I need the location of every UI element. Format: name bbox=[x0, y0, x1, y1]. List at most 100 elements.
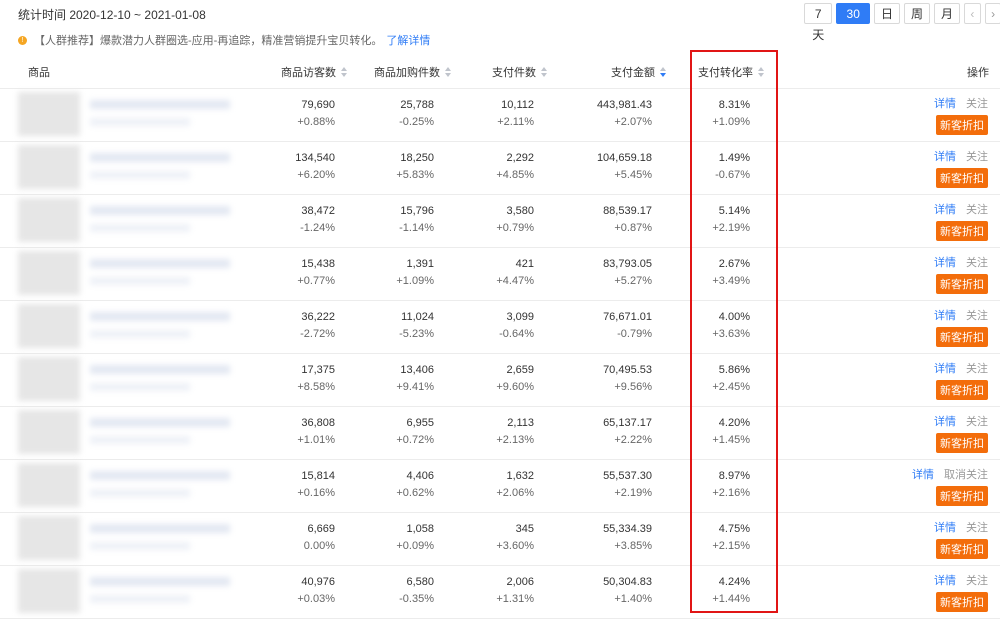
product-cell-blurred[interactable] bbox=[18, 145, 238, 189]
cell-cart: 18,250 +5.83% bbox=[324, 150, 434, 184]
detail-link[interactable]: 详情 bbox=[934, 575, 956, 587]
cell-conv: 5.14% +2.19% bbox=[640, 203, 750, 237]
follow-link[interactable]: 关注 bbox=[966, 575, 988, 587]
cell-pay_qty: 3,099 -0.64% bbox=[424, 309, 534, 343]
col-pay-qty[interactable]: 支付件数 bbox=[492, 64, 548, 80]
new-customer-discount-button[interactable]: 新客折扣 bbox=[936, 539, 988, 559]
product-cell-blurred[interactable] bbox=[18, 357, 238, 401]
cart-change: -0.35% bbox=[399, 593, 434, 605]
col-pay-amount[interactable]: 支付金额 bbox=[611, 64, 667, 80]
detail-link[interactable]: 详情 bbox=[934, 363, 956, 375]
detail-link[interactable]: 详情 bbox=[934, 257, 956, 269]
follow-link[interactable]: 关注 bbox=[966, 416, 988, 428]
detail-link[interactable]: 详情 bbox=[934, 522, 956, 534]
follow-link[interactable]: 取消关注 bbox=[944, 469, 988, 481]
follow-link[interactable]: 关注 bbox=[966, 310, 988, 322]
range-30d-button[interactable]: 30天 bbox=[836, 3, 871, 42]
follow-link[interactable]: 关注 bbox=[966, 257, 988, 269]
follow-link[interactable]: 关注 bbox=[966, 151, 988, 163]
col-actions-label: 操作 bbox=[967, 67, 989, 79]
table-row: 36,808 +1.01% 6,955 +0.72% 2,113 +2.13% 65,137… bbox=[0, 406, 1000, 460]
product-thumbnail[interactable] bbox=[18, 92, 80, 136]
amount-value: 55,537.30 bbox=[603, 470, 652, 482]
product-thumbnail[interactable] bbox=[18, 198, 80, 242]
notice-bar: ! 【人群推荐】爆款潜力人群圈选-应用-再追踪，精准营销提升宝贝转化。 了解详情 bbox=[18, 32, 430, 48]
new-customer-discount-button[interactable]: 新客折扣 bbox=[936, 380, 988, 400]
detail-link[interactable]: 详情 bbox=[934, 98, 956, 110]
product-cell-blurred[interactable] bbox=[18, 463, 238, 507]
pay_qty-change: +1.31% bbox=[496, 593, 534, 605]
product-cell-blurred[interactable] bbox=[18, 251, 238, 295]
col-cart[interactable]: 商品加购件数 bbox=[374, 64, 452, 80]
new-customer-discount-button[interactable]: 新客折扣 bbox=[936, 433, 988, 453]
visitors-value: 36,808 bbox=[301, 417, 335, 429]
follow-link[interactable]: 关注 bbox=[966, 522, 988, 534]
product-cell-blurred[interactable] bbox=[18, 92, 238, 136]
detail-link[interactable]: 详情 bbox=[934, 310, 956, 322]
follow-link[interactable]: 关注 bbox=[966, 204, 988, 216]
product-thumbnail[interactable] bbox=[18, 516, 80, 560]
col-visitors[interactable]: 商品访客数 bbox=[281, 64, 348, 80]
pay_qty-value: 2,292 bbox=[506, 152, 534, 164]
table-row: 79,690 +0.88% 25,788 -0.25% 10,112 +2.11% 443,… bbox=[0, 88, 1000, 142]
product-title-blurred bbox=[90, 153, 230, 162]
new-customer-discount-button[interactable]: 新客折扣 bbox=[936, 274, 988, 294]
amount-value: 104,659.18 bbox=[596, 152, 652, 164]
col-conversion[interactable]: 支付转化率 bbox=[698, 64, 765, 80]
product-cell-blurred[interactable] bbox=[18, 410, 238, 454]
sort-icon[interactable] bbox=[541, 66, 548, 78]
range-month-button[interactable]: 月 bbox=[934, 3, 961, 24]
new-customer-discount-button[interactable]: 新客折扣 bbox=[936, 327, 988, 347]
cell-visitors: 40,976 +0.03% bbox=[225, 574, 335, 608]
cell-pay_qty: 421 +4.47% bbox=[424, 256, 534, 290]
product-cell-blurred[interactable] bbox=[18, 516, 238, 560]
product-thumbnail[interactable] bbox=[18, 357, 80, 401]
product-subtitle-blurred bbox=[90, 277, 190, 285]
product-title-blurred bbox=[90, 418, 230, 427]
follow-link[interactable]: 关注 bbox=[966, 98, 988, 110]
product-thumbnail[interactable] bbox=[18, 463, 80, 507]
range-7d-button[interactable]: 7天 bbox=[804, 3, 833, 42]
product-cell-blurred[interactable] bbox=[18, 569, 238, 613]
new-customer-discount-button[interactable]: 新客折扣 bbox=[936, 168, 988, 188]
new-customer-discount-button[interactable]: 新客折扣 bbox=[936, 115, 988, 135]
detail-link[interactable]: 详情 bbox=[934, 416, 956, 428]
prev-period-icon[interactable]: ‹ bbox=[964, 3, 981, 24]
new-customer-discount-button[interactable]: 新客折扣 bbox=[936, 592, 988, 612]
visitors-value: 79,690 bbox=[301, 99, 335, 111]
range-week-button[interactable]: 周 bbox=[904, 3, 931, 24]
notice-link[interactable]: 了解详情 bbox=[386, 32, 430, 48]
pay_qty-change: +2.11% bbox=[497, 116, 534, 128]
sort-icon[interactable] bbox=[445, 66, 452, 78]
product-cell-blurred[interactable] bbox=[18, 304, 238, 348]
sort-icon[interactable] bbox=[758, 66, 765, 78]
sort-icon[interactable] bbox=[341, 66, 348, 78]
pay_qty-value: 2,113 bbox=[507, 417, 534, 429]
top-bar: 统计时间 2020-12-10 ~ 2021-01-08 7天 30天 日 周 … bbox=[0, 0, 1000, 42]
product-thumbnail[interactable] bbox=[18, 304, 80, 348]
cell-pay_qty: 3,580 +0.79% bbox=[424, 203, 534, 237]
cell-visitors: 134,540 +6.20% bbox=[225, 150, 335, 184]
range-day-button[interactable]: 日 bbox=[874, 3, 901, 24]
cell-conv: 1.49% -0.67% bbox=[640, 150, 750, 184]
new-customer-discount-button[interactable]: 新客折扣 bbox=[936, 486, 988, 506]
product-subtitle-blurred bbox=[90, 118, 190, 126]
product-thumbnail[interactable] bbox=[18, 145, 80, 189]
visitors-value: 15,814 bbox=[301, 470, 335, 482]
detail-link[interactable]: 详情 bbox=[934, 151, 956, 163]
col-product: 商品 bbox=[28, 64, 50, 80]
product-thumbnail[interactable] bbox=[18, 251, 80, 295]
product-title-blurred bbox=[90, 100, 230, 109]
sort-desc-icon[interactable] bbox=[660, 66, 667, 78]
product-title-blurred bbox=[90, 312, 230, 321]
next-period-icon[interactable]: › bbox=[984, 3, 1000, 24]
detail-link[interactable]: 详情 bbox=[912, 469, 934, 481]
new-customer-discount-button[interactable]: 新客折扣 bbox=[936, 221, 988, 241]
actions-cell: 详情 关注新客折扣 bbox=[898, 572, 988, 612]
pay_qty-value: 345 bbox=[515, 523, 534, 535]
product-thumbnail[interactable] bbox=[18, 569, 80, 613]
product-thumbnail[interactable] bbox=[18, 410, 80, 454]
product-cell-blurred[interactable] bbox=[18, 198, 238, 242]
detail-link[interactable]: 详情 bbox=[934, 204, 956, 216]
follow-link[interactable]: 关注 bbox=[966, 363, 988, 375]
